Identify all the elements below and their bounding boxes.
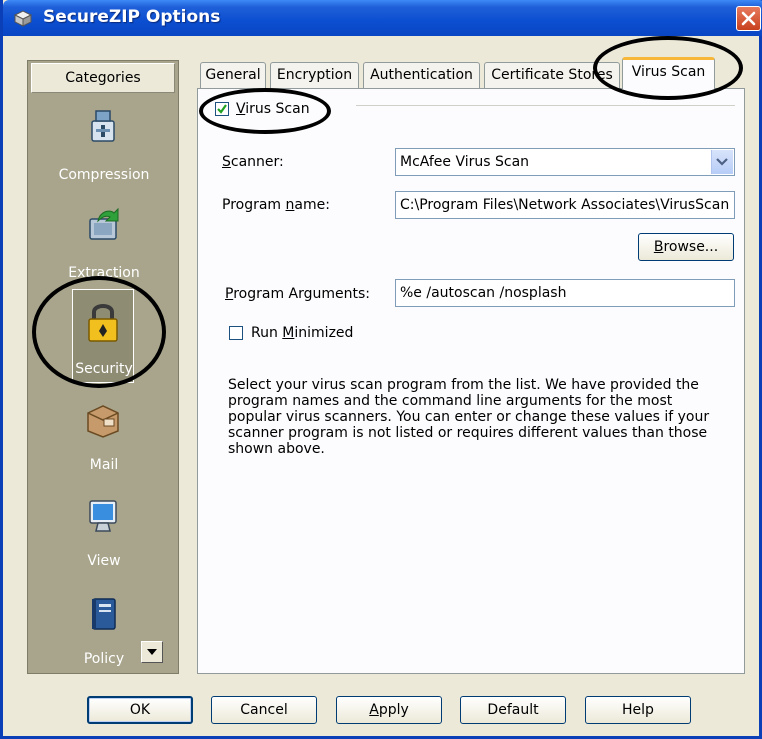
sidebar-scroll-down-button[interactable] <box>141 641 163 663</box>
annotation-circle-security-category <box>32 276 166 388</box>
policy-book-icon <box>84 595 122 633</box>
scanner-select-value: McAfee Virus Scan <box>400 154 530 170</box>
chevron-down-icon <box>716 158 728 166</box>
tab-label: Encryption <box>276 67 353 83</box>
sidebar-item-label: Compression <box>58 167 150 183</box>
tab-authentication[interactable]: Authentication <box>363 62 480 88</box>
apply-button[interactable]: Apply <box>336 696 442 724</box>
program-name-input[interactable]: C:\Program Files\Network Associates\Viru… <box>395 191 735 219</box>
help-button[interactable]: Help <box>585 696 691 724</box>
scanner-label: Scanner: <box>222 154 284 170</box>
sidebar-item-label: View <box>87 553 121 569</box>
program-arguments-value: %e /autoscan /nosplash <box>400 285 567 301</box>
securezip-app-icon <box>13 9 33 27</box>
annotation-circle-virus-scan-tab <box>593 36 743 100</box>
program-name-label: Program name: <box>222 197 330 213</box>
program-arguments-input[interactable]: %e /autoscan /nosplash <box>395 279 735 307</box>
extraction-icon <box>84 205 122 243</box>
default-button[interactable]: Default <box>460 696 566 724</box>
cancel-button[interactable]: Cancel <box>211 696 317 724</box>
ok-button[interactable]: OK <box>87 696 193 724</box>
group-separator <box>356 105 735 106</box>
tab-encryption[interactable]: Encryption <box>270 62 359 88</box>
tab-label: General <box>205 67 261 83</box>
mail-icon <box>84 401 122 439</box>
program-name-value: C:\Program Files\Network Associates\Viru… <box>400 197 730 213</box>
scanner-dropdown-button[interactable] <box>711 150 733 174</box>
tab-label: Authentication <box>370 67 473 83</box>
browse-button[interactable]: Browse... <box>638 233 734 261</box>
close-icon <box>741 11 756 26</box>
options-window: SecureZIP Options Categories Compression… <box>0 0 762 739</box>
virus-scan-description: Select your virus scan program from the … <box>228 377 710 457</box>
compression-icon <box>84 107 122 145</box>
chevron-down-icon <box>147 649 157 655</box>
scanner-select[interactable]: McAfee Virus Scan <box>395 148 735 176</box>
program-arguments-label: Program Arguments: <box>225 286 370 302</box>
title-bar: SecureZIP Options <box>3 0 762 36</box>
close-button[interactable] <box>736 6 761 31</box>
categories-header: Categories <box>31 63 175 93</box>
tab-general[interactable]: General <box>200 62 266 88</box>
run-minimized-label: Run Minimized <box>251 325 354 341</box>
run-minimized-checkbox[interactable] <box>229 326 243 340</box>
monitor-icon <box>84 497 122 535</box>
window-title: SecureZIP Options <box>43 7 221 27</box>
annotation-circle-virus-scan-checkbox <box>199 88 331 134</box>
sidebar-item-label: Mail <box>89 457 119 473</box>
